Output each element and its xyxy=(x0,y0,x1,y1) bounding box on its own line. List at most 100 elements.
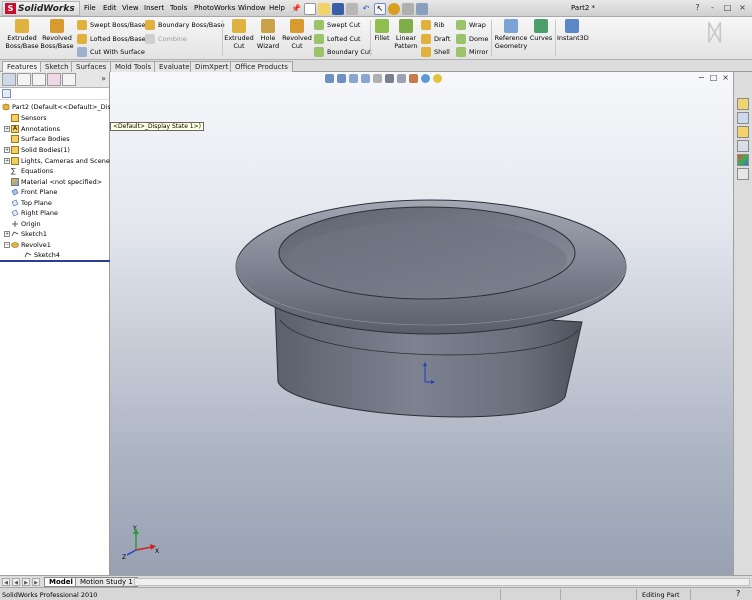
hole-wizard-button[interactable]: Hole Wizard xyxy=(254,19,282,50)
tree-item-part[interactable]: Part2 (Default<<Default>_Displa xyxy=(2,102,121,112)
tree-item-solid-bodies[interactable]: Solid Bodies(1) xyxy=(11,145,70,155)
graphics-area[interactable]: − □ × Y X Z xyxy=(110,72,733,575)
appearances-scenes-icon[interactable] xyxy=(737,154,749,166)
last-tab-arrow-icon[interactable]: ▶ xyxy=(32,578,40,586)
tree-item-equations[interactable]: ∑ Equations xyxy=(11,166,53,176)
tab-motion-study-1[interactable]: Motion Study 1 xyxy=(75,577,138,587)
horizontal-scrollbar[interactable] xyxy=(134,578,750,586)
revolved-cut-button[interactable]: Revolved Cut xyxy=(282,19,312,50)
save-icon[interactable] xyxy=(332,2,344,15)
wrap-button[interactable]: Wrap xyxy=(456,20,486,30)
next-tab-arrow-icon[interactable]: ▶ xyxy=(22,578,30,586)
feature-tree-filter[interactable] xyxy=(0,88,109,100)
help-icon[interactable]: ? xyxy=(736,589,740,598)
dimxpert-manager-tab-icon[interactable] xyxy=(47,73,61,86)
custom-properties-icon[interactable] xyxy=(737,168,749,180)
tree-item-surface-bodies[interactable]: Surface Bodies xyxy=(11,134,70,144)
more-tabs-icon[interactable]: » xyxy=(101,74,106,83)
expand-toggle[interactable]: + xyxy=(4,231,10,237)
menu-edit[interactable]: Edit xyxy=(103,4,117,12)
extruded-cut-button[interactable]: Extruded Cut xyxy=(224,19,254,50)
boundary-boss-button[interactable]: Boundary Boss/Base xyxy=(145,20,225,30)
menu-file[interactable]: File xyxy=(84,4,96,12)
filter-icon[interactable] xyxy=(2,89,11,98)
solidworks-resources-icon[interactable] xyxy=(737,98,749,110)
shell-button[interactable]: Shell xyxy=(421,47,450,57)
print-icon[interactable] xyxy=(346,2,358,15)
lofted-cut-button[interactable]: Lofted Cut xyxy=(314,34,361,44)
new-document-icon[interactable] xyxy=(304,2,316,15)
feature-tree-tab-icon[interactable] xyxy=(2,73,16,86)
pin-icon[interactable]: 📌 xyxy=(290,3,302,15)
swept-boss-button[interactable]: Swept Boss/Base xyxy=(77,20,145,30)
collapse-toggle[interactable]: − xyxy=(4,242,10,248)
expand-toggle[interactable]: + xyxy=(4,158,10,164)
tree-item-sketch1[interactable]: Sketch1 xyxy=(11,229,47,239)
tab-surfaces[interactable]: Surfaces xyxy=(71,61,112,72)
select-arrow-icon[interactable]: ↖ xyxy=(374,2,386,15)
tree-item-front-plane[interactable]: Front Plane xyxy=(11,187,57,197)
maximize-icon[interactable]: □ xyxy=(722,2,733,13)
tree-item-top-plane[interactable]: Top Plane xyxy=(11,198,52,208)
cut-with-surface-icon xyxy=(77,47,87,57)
menu-insert[interactable]: Insert xyxy=(144,4,164,12)
cut-with-surface-button[interactable]: Cut With Surface xyxy=(77,47,145,57)
rib-button[interactable]: Rib xyxy=(421,20,444,30)
boundary-cut-button[interactable]: Boundary Cut xyxy=(314,47,372,57)
tree-item-revolve1[interactable]: Revolve1 xyxy=(11,240,51,250)
design-library-icon[interactable] xyxy=(737,112,749,124)
tab-sketch[interactable]: Sketch xyxy=(40,61,74,72)
close-icon[interactable]: × xyxy=(737,2,748,13)
expand-toggle[interactable]: + xyxy=(4,126,10,132)
minimize-icon[interactable]: - xyxy=(707,2,718,13)
menu-photoworks[interactable]: PhotoWorks xyxy=(194,4,235,12)
tree-item-sketch4[interactable]: Sketch4 xyxy=(24,250,60,260)
menu-help[interactable]: Help xyxy=(269,4,285,12)
expand-toggle[interactable]: + xyxy=(4,147,10,153)
tree-item-sensors[interactable]: Sensors xyxy=(11,113,47,123)
open-folder-icon[interactable] xyxy=(318,2,330,15)
property-manager-tab-icon[interactable] xyxy=(17,73,31,86)
menu-window[interactable]: Window xyxy=(238,4,266,12)
combine-button[interactable]: Combine xyxy=(145,34,187,44)
solidworks-logo[interactable]: S SolidWorks xyxy=(2,1,80,16)
reference-geometry-button[interactable]: Reference Geometry xyxy=(494,19,528,50)
menu-tools[interactable]: Tools xyxy=(170,4,187,12)
rollback-bar[interactable] xyxy=(0,260,110,262)
extruded-boss-button[interactable]: Extruded Boss/Base xyxy=(5,19,39,50)
rebuild-icon[interactable] xyxy=(388,2,400,15)
menu-view[interactable]: View xyxy=(122,4,139,12)
tab-evaluate[interactable]: Evaluate xyxy=(154,61,195,72)
tab-office-products[interactable]: Office Products xyxy=(230,61,293,72)
fillet-button[interactable]: Fillet xyxy=(372,19,392,42)
linear-pattern-button[interactable]: Linear Pattern xyxy=(393,19,419,50)
curves-button[interactable]: Curves xyxy=(529,19,553,42)
prev-tab-arrow-icon[interactable]: ◀ xyxy=(12,578,20,586)
tab-features[interactable]: Features xyxy=(2,61,43,72)
tab-dimxpert[interactable]: DimXpert xyxy=(190,61,234,72)
mirror-button[interactable]: Mirror xyxy=(456,47,488,57)
file-explorer-icon[interactable] xyxy=(737,126,749,138)
tree-item-annotations[interactable]: A Annotations xyxy=(11,124,60,134)
tree-item-lights-cameras[interactable]: Lights, Cameras and Scene xyxy=(11,156,110,166)
file-properties-icon[interactable] xyxy=(402,2,414,15)
lofted-boss-button[interactable]: Lofted Boss/Base xyxy=(77,34,146,44)
cup-model[interactable] xyxy=(110,72,733,575)
revolved-boss-button[interactable]: Revolved Boss/Base xyxy=(40,19,74,50)
tab-mold-tools[interactable]: Mold Tools xyxy=(110,61,157,72)
dome-button[interactable]: Dome xyxy=(456,34,488,44)
tree-item-origin[interactable]: Origin xyxy=(11,219,41,229)
display-manager-tab-icon[interactable] xyxy=(62,73,76,86)
tab-model[interactable]: Model xyxy=(44,577,78,587)
draft-button[interactable]: Draft xyxy=(421,34,450,44)
instant3d-button[interactable]: Instant3D xyxy=(557,19,589,42)
swept-cut-button[interactable]: Swept Cut xyxy=(314,20,360,30)
tree-item-right-plane[interactable]: Right Plane xyxy=(11,208,58,218)
options-icon[interactable] xyxy=(416,2,428,15)
tree-item-material[interactable]: Material <not specified> xyxy=(11,177,102,187)
configuration-manager-tab-icon[interactable] xyxy=(32,73,46,86)
undo-icon[interactable]: ↶ xyxy=(360,3,372,15)
first-tab-arrow-icon[interactable]: ◀ xyxy=(2,578,10,586)
view-palette-icon[interactable] xyxy=(737,140,749,152)
help-icon[interactable]: ? xyxy=(692,2,703,13)
